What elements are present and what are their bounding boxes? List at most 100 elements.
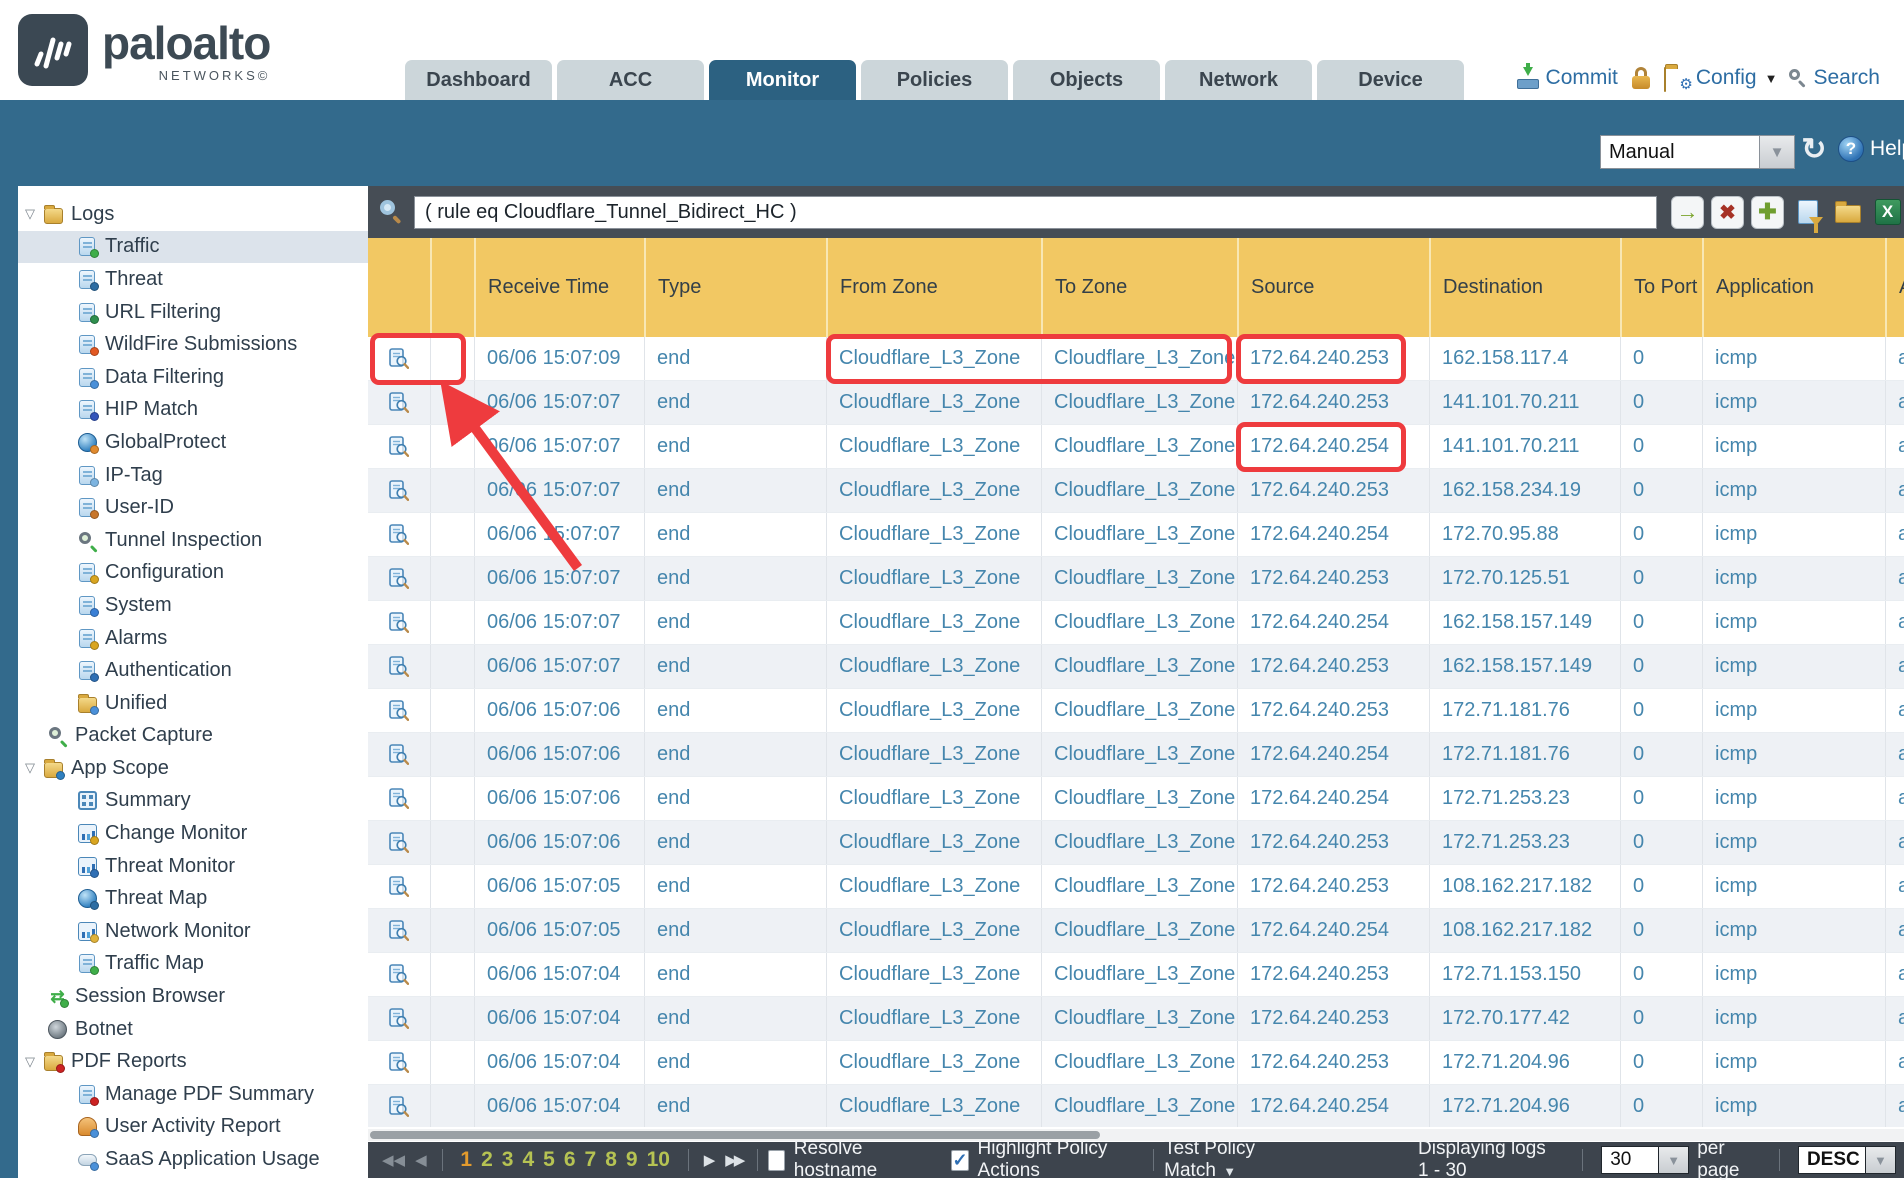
cell-action[interactable]: a [1885,469,1904,512]
sidebar-item-wildfire-submissions[interactable]: WildFire Submissions [18,328,368,361]
column-header-from-zone[interactable]: From Zone [826,238,1041,337]
sidebar-item-unified[interactable]: Unified [18,687,368,720]
cell-action[interactable]: a [1885,645,1904,688]
cell-destination[interactable]: 172.71.204.96 [1429,1041,1620,1084]
cell-application[interactable]: icmp [1702,777,1885,820]
log-detail-icon[interactable] [368,381,430,424]
cell-receive-time[interactable]: 06/06 15:07:09 [474,337,644,380]
cell-to-port[interactable]: 0 [1620,777,1702,820]
cell-to-port[interactable]: 0 [1620,909,1702,952]
per-page-dropdown[interactable]: 30 ▼ [1601,1146,1689,1174]
save-filter-button[interactable] [1791,196,1824,229]
cell-receive-time[interactable]: 06/06 15:07:07 [474,645,644,688]
cell-to-zone[interactable]: Cloudflare_L3_Zone [1041,645,1237,688]
cell-action[interactable]: a [1885,557,1904,600]
log-detail-icon[interactable] [368,733,430,776]
tree-expander-icon[interactable]: ▽ [22,1054,38,1070]
sidebar-item-authentication[interactable]: Authentication [18,654,368,687]
cell-destination[interactable]: 162.158.117.4 [1429,337,1620,380]
cell-action[interactable]: a [1885,425,1904,468]
cell-source[interactable]: 172.64.240.254 [1237,601,1429,644]
first-page-button[interactable]: ◀◀ [382,1151,405,1169]
cell-receive-time[interactable]: 06/06 15:07:04 [474,1041,644,1084]
cell-application[interactable]: icmp [1702,1085,1885,1127]
log-detail-icon[interactable] [368,1085,430,1127]
cell-to-zone[interactable]: Cloudflare_L3_Zone [1041,1041,1237,1084]
cell-type[interactable]: end [644,733,826,776]
cell-application[interactable]: icmp [1702,513,1885,556]
sidebar-item-url-filtering[interactable]: URL Filtering [18,296,368,329]
cell-type[interactable]: end [644,777,826,820]
cell-action[interactable]: a [1885,337,1904,380]
cell-source[interactable]: 172.64.240.254 [1237,777,1429,820]
sidebar-item-network-monitor[interactable]: Network Monitor [18,915,368,948]
cell-source[interactable]: 172.64.240.254 [1237,1085,1429,1127]
log-detail-icon[interactable] [368,909,430,952]
cell-destination[interactable]: 172.71.181.76 [1429,689,1620,732]
cell-source[interactable]: 172.64.240.253 [1237,337,1429,380]
cell-destination[interactable]: 108.162.217.182 [1429,865,1620,908]
cell-destination[interactable]: 141.101.70.211 [1429,425,1620,468]
cell-to-zone[interactable]: Cloudflare_L3_Zone [1041,1085,1237,1127]
column-header-to-port[interactable]: To Port [1620,238,1702,337]
cell-to-port[interactable]: 0 [1620,865,1702,908]
tab-objects[interactable]: Objects [1013,60,1160,100]
cell-destination[interactable]: 172.71.253.23 [1429,821,1620,864]
cell-action[interactable]: a [1885,733,1904,776]
page-number-6[interactable]: 6 [564,1148,576,1172]
log-detail-icon[interactable] [368,469,430,512]
clear-filter-button[interactable]: ✖ [1711,196,1744,229]
log-detail-icon[interactable] [368,601,430,644]
page-number-4[interactable]: 4 [522,1148,534,1172]
cell-type[interactable]: end [644,513,826,556]
cell-type[interactable]: end [644,689,826,732]
sidebar-item-botnet[interactable]: Botnet [18,1013,368,1046]
refresh-icon[interactable]: ↻ [1798,134,1830,166]
cell-action[interactable]: a [1885,821,1904,864]
cell-action[interactable]: a [1885,997,1904,1040]
load-filter-button[interactable] [1831,196,1864,229]
tab-dashboard[interactable]: Dashboard [405,60,552,100]
cell-type[interactable]: end [644,381,826,424]
filter-query-input[interactable] [414,196,1657,229]
cell-from-zone[interactable]: Cloudflare_L3_Zone [826,601,1041,644]
log-detail-icon[interactable] [368,865,430,908]
cell-type[interactable]: end [644,425,826,468]
last-page-button[interactable]: ▶▶ [725,1151,742,1169]
cell-action[interactable]: a [1885,909,1904,952]
cell-type[interactable]: end [644,601,826,644]
cell-type[interactable]: end [644,909,826,952]
add-filter-button[interactable]: ✚ [1751,196,1784,229]
tab-acc[interactable]: ACC [557,60,704,100]
cell-action[interactable]: a [1885,689,1904,732]
cell-receive-time[interactable]: 06/06 15:07:07 [474,557,644,600]
cell-destination[interactable]: 172.71.153.150 [1429,953,1620,996]
cell-from-zone[interactable]: Cloudflare_L3_Zone [826,557,1041,600]
log-detail-icon[interactable] [368,821,430,864]
page-number-3[interactable]: 3 [502,1148,514,1172]
cell-action[interactable]: a [1885,513,1904,556]
sidebar-item-manage-pdf-summary[interactable]: Manage PDF Summary [18,1078,368,1111]
cell-to-port[interactable]: 0 [1620,469,1702,512]
cell-to-zone[interactable]: Cloudflare_L3_Zone [1041,425,1237,468]
cell-destination[interactable]: 172.71.204.96 [1429,1085,1620,1127]
refresh-mode-dropdown[interactable]: Manual ▼ [1600,135,1795,169]
cell-application[interactable]: icmp [1702,601,1885,644]
cell-to-zone[interactable]: Cloudflare_L3_Zone [1041,469,1237,512]
cell-application[interactable]: icmp [1702,469,1885,512]
log-detail-icon[interactable] [368,645,430,688]
cell-from-zone[interactable]: Cloudflare_L3_Zone [826,645,1041,688]
cell-source[interactable]: 172.64.240.254 [1237,909,1429,952]
sidebar-item-user-id[interactable]: User-ID [18,491,368,524]
sidebar-item-hip-match[interactable]: HIP Match [18,394,368,427]
cell-destination[interactable]: 162.158.157.149 [1429,645,1620,688]
cell-to-port[interactable]: 0 [1620,821,1702,864]
sidebar-item-system[interactable]: System [18,589,368,622]
cell-receive-time[interactable]: 06/06 15:07:06 [474,777,644,820]
sidebar-item-change-monitor[interactable]: Change Monitor [18,817,368,850]
cell-source[interactable]: 172.64.240.253 [1237,821,1429,864]
cell-receive-time[interactable]: 06/06 15:07:04 [474,1085,644,1127]
log-detail-icon[interactable] [368,997,430,1040]
cell-to-port[interactable]: 0 [1620,557,1702,600]
cell-source[interactable]: 172.64.240.253 [1237,997,1429,1040]
